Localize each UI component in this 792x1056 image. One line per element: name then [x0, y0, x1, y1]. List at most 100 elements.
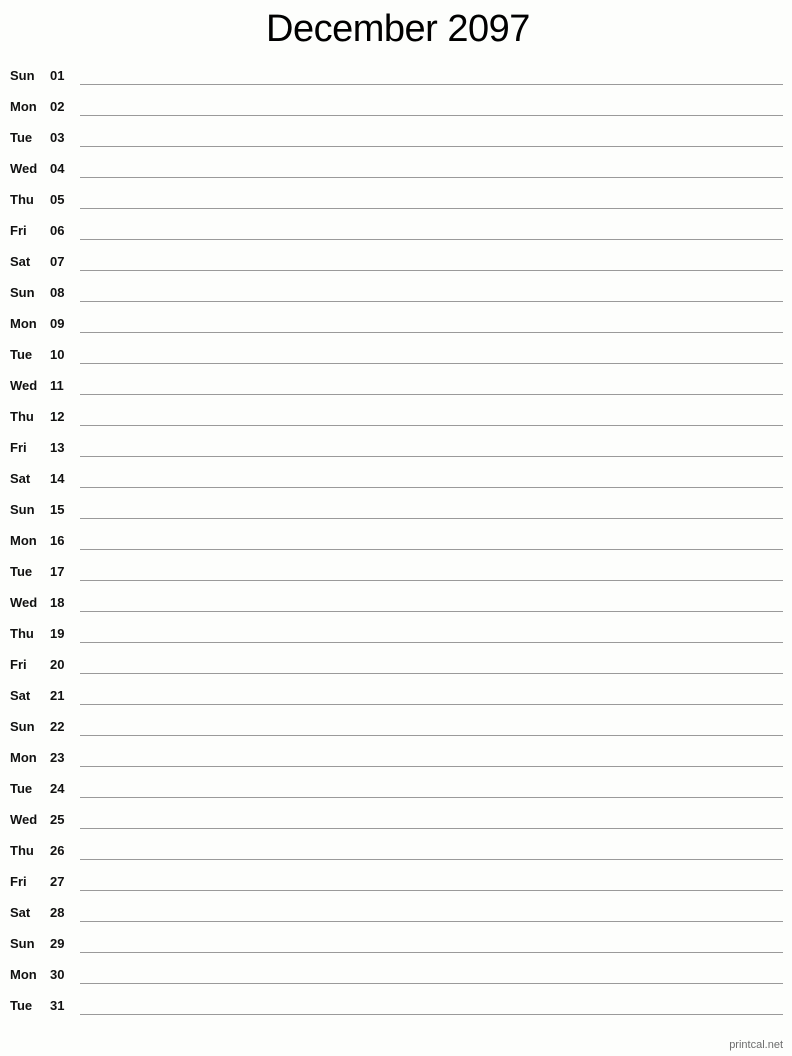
- day-number: 28: [50, 905, 65, 920]
- day-row: Fri 06: [0, 214, 792, 245]
- day-list: Sun 01 Mon 02 Tue 03 Wed 04 Thu 05 Fri 06 Sat 07 Sun 08…: [0, 59, 792, 1020]
- day-number: 15: [50, 502, 65, 517]
- day-number: 12: [50, 409, 65, 424]
- page-title: December 2097: [266, 8, 530, 50]
- writing-line: [80, 363, 783, 364]
- writing-line: [80, 673, 783, 674]
- day-of-week: Fri: [10, 874, 27, 889]
- day-of-week: Sun: [10, 502, 35, 517]
- day-row: Mon 02: [0, 90, 792, 121]
- day-row: Mon 30: [0, 958, 792, 989]
- day-of-week: Sat: [10, 688, 31, 703]
- day-row: Sat 07: [0, 245, 792, 276]
- day-number: 26: [50, 843, 65, 858]
- writing-line: [80, 270, 783, 271]
- day-number: 31: [50, 998, 65, 1013]
- writing-line: [80, 704, 783, 705]
- day-row: Wed 04: [0, 152, 792, 183]
- day-of-week: Wed: [10, 595, 38, 610]
- day-number: 14: [50, 471, 65, 486]
- day-of-week: Wed: [10, 812, 38, 827]
- writing-line: [80, 797, 783, 798]
- day-of-week: Thu: [10, 626, 34, 641]
- day-row: Fri 13: [0, 431, 792, 462]
- day-of-week: Fri: [10, 440, 27, 455]
- writing-line: [80, 983, 783, 984]
- day-row: Wed 18: [0, 586, 792, 617]
- day-row: Tue 10: [0, 338, 792, 369]
- day-number: 19: [50, 626, 65, 641]
- day-of-week: Thu: [10, 192, 34, 207]
- day-of-week: Wed: [10, 161, 38, 176]
- day-row: Sun 22: [0, 710, 792, 741]
- day-number: 07: [50, 254, 65, 269]
- writing-line: [80, 859, 783, 860]
- writing-line: [80, 84, 783, 85]
- day-of-week: Thu: [10, 843, 34, 858]
- day-row: Mon 09: [0, 307, 792, 338]
- site-credit: printcal.net: [729, 1039, 783, 1051]
- writing-line: [80, 394, 783, 395]
- writing-line: [80, 828, 783, 829]
- day-of-week: Fri: [10, 657, 27, 672]
- day-row: Mon 23: [0, 741, 792, 772]
- day-row: Fri 27: [0, 865, 792, 896]
- day-of-week: Sat: [10, 254, 31, 269]
- day-row: Thu 12: [0, 400, 792, 431]
- day-number: 27: [50, 874, 65, 889]
- writing-line: [80, 921, 783, 922]
- writing-line: [80, 890, 783, 891]
- writing-line: [80, 580, 783, 581]
- writing-line: [80, 177, 783, 178]
- day-row: Tue 31: [0, 989, 792, 1020]
- writing-line: [80, 952, 783, 953]
- day-number: 04: [50, 161, 65, 176]
- day-of-week: Thu: [10, 409, 34, 424]
- writing-line: [80, 115, 783, 116]
- writing-line: [80, 332, 783, 333]
- day-row: Sat 14: [0, 462, 792, 493]
- day-number: 01: [50, 68, 65, 83]
- day-row: Thu 19: [0, 617, 792, 648]
- writing-line: [80, 239, 783, 240]
- day-of-week: Sat: [10, 905, 31, 920]
- day-row: Tue 17: [0, 555, 792, 586]
- writing-line: [80, 1014, 783, 1015]
- day-of-week: Mon: [10, 316, 37, 331]
- day-row: Sun 01: [0, 59, 792, 90]
- writing-line: [80, 301, 783, 302]
- day-of-week: Mon: [10, 99, 37, 114]
- day-number: 30: [50, 967, 65, 982]
- day-of-week: Sun: [10, 285, 35, 300]
- day-number: 22: [50, 719, 65, 734]
- writing-line: [80, 766, 783, 767]
- day-row: Sat 21: [0, 679, 792, 710]
- day-of-week: Sun: [10, 68, 35, 83]
- day-row: Wed 25: [0, 803, 792, 834]
- day-number: 11: [50, 378, 64, 393]
- day-of-week: Tue: [10, 564, 33, 579]
- day-row: Sun 08: [0, 276, 792, 307]
- day-number: 08: [50, 285, 65, 300]
- day-row: Sun 29: [0, 927, 792, 958]
- day-of-week: Mon: [10, 750, 37, 765]
- day-number: 25: [50, 812, 65, 827]
- writing-line: [80, 642, 783, 643]
- day-of-week: Sat: [10, 471, 31, 486]
- day-of-week: Tue: [10, 130, 33, 145]
- day-number: 09: [50, 316, 65, 331]
- day-of-week: Tue: [10, 347, 33, 362]
- day-row: Sat 28: [0, 896, 792, 927]
- day-row: Mon 16: [0, 524, 792, 555]
- day-number: 21: [50, 688, 65, 703]
- day-number: 05: [50, 192, 65, 207]
- day-row: Tue 24: [0, 772, 792, 803]
- day-of-week: Sun: [10, 936, 35, 951]
- writing-line: [80, 735, 783, 736]
- day-row: Tue 03: [0, 121, 792, 152]
- day-number: 03: [50, 130, 65, 145]
- day-row: Thu 26: [0, 834, 792, 865]
- day-of-week: Wed: [10, 378, 38, 393]
- day-number: 18: [50, 595, 65, 610]
- day-number: 16: [50, 533, 65, 548]
